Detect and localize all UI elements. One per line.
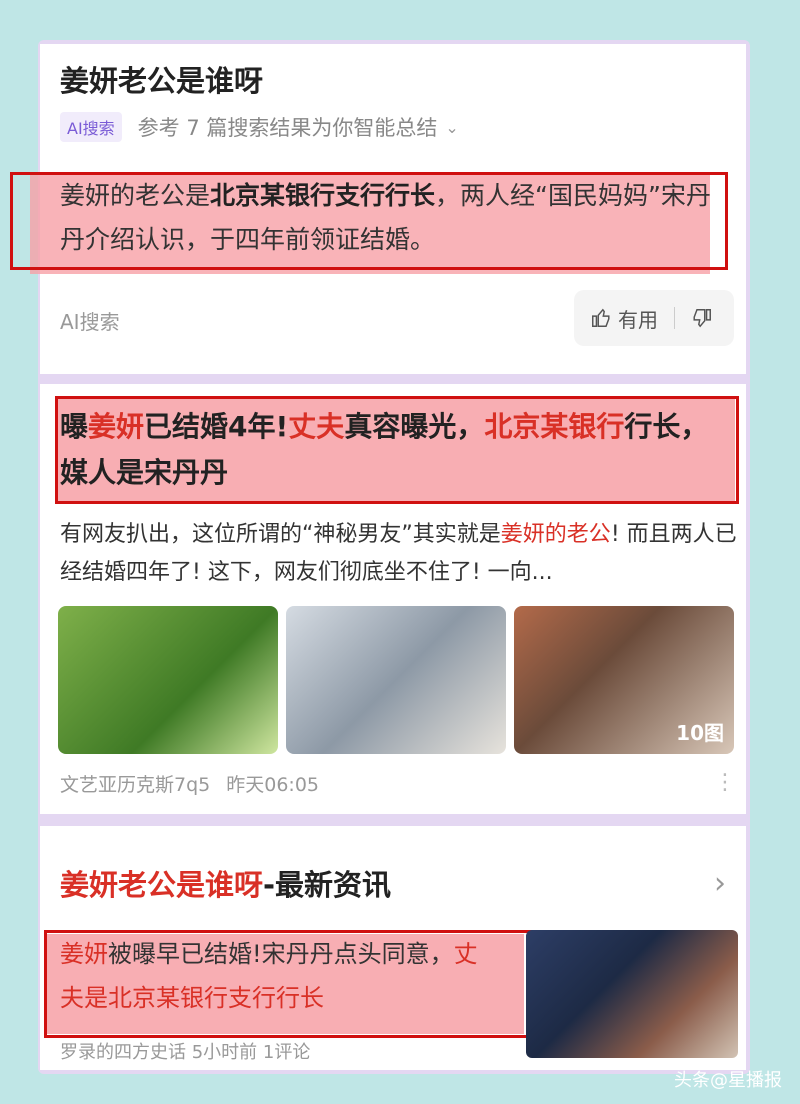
- image-count-badge: 10图: [676, 721, 724, 745]
- latest-news-card[interactable]: 姜妍老公是谁呀-最新资讯 › 姜妍被曝早已结婚!宋丹丹点头同意，丈夫是北京某银行…: [40, 826, 746, 1070]
- feedback-bar: 有用: [574, 290, 734, 346]
- ai-reference-row[interactable]: AI搜索 参考 7 篇搜索结果为你智能总结 ⌄: [60, 112, 459, 142]
- news-title-rest: -最新资讯: [263, 868, 392, 902]
- article-meta: 文艺亚历克斯7q5 昨天06:05: [60, 770, 335, 797]
- annotation-box-news: [44, 930, 572, 1038]
- news-item-meta: 罗录的四方史话 5小时前 1评论: [60, 1042, 311, 1063]
- snippet-keyword: 姜妍的老公: [500, 522, 611, 547]
- watermark: 头条@星播报: [674, 1070, 782, 1091]
- thumbs-down-icon[interactable]: [691, 307, 713, 329]
- snippet-text: 有网友扒出，这位所谓的“神秘男友”其实就是: [60, 522, 501, 547]
- reference-text: 参考 7 篇搜索结果为你智能总结: [137, 116, 438, 140]
- thumbnail-image[interactable]: 10图: [514, 606, 734, 754]
- feedback-divider: [674, 307, 675, 329]
- article-thumbnails: 10图: [58, 606, 734, 754]
- article-source[interactable]: 文艺亚历克斯7q5: [60, 774, 210, 796]
- news-title-keyword: 姜妍老公是谁呀: [60, 868, 264, 902]
- news-thumbnail[interactable]: [526, 930, 738, 1058]
- more-options-icon[interactable]: ⋮: [714, 770, 736, 795]
- annotation-box-headline: [55, 396, 739, 504]
- chevron-right-icon[interactable]: ›: [714, 866, 726, 901]
- thumbnail-image[interactable]: [58, 606, 278, 754]
- article-card[interactable]: 曝姜妍已结婚4年!丈夫真容曝光，北京某银行行长，媒人是宋丹丹 有网友扒出，这位所…: [40, 384, 746, 814]
- useful-button[interactable]: 有用: [618, 304, 658, 333]
- chevron-down-icon[interactable]: ⌄: [445, 118, 458, 137]
- thumbs-up-icon[interactable]: [590, 307, 612, 329]
- thumbnail-image[interactable]: [286, 606, 506, 754]
- search-query-title: 姜妍老公是谁呀: [60, 64, 264, 98]
- article-time: 昨天06:05: [226, 774, 320, 796]
- ai-summary-card: 姜妍老公是谁呀 AI搜索 参考 7 篇搜索结果为你智能总结 ⌄ 姜妍的老公是北京…: [10, 44, 746, 374]
- annotation-box-summary: [10, 172, 728, 270]
- screenshot-frame: 姜妍老公是谁呀 AI搜索 参考 7 篇搜索结果为你智能总结 ⌄ 姜妍的老公是北京…: [0, 0, 800, 1104]
- article-snippet: 有网友扒出，这位所谓的“神秘男友”其实就是姜妍的老公! 而且两人已经结婚四年了!…: [60, 516, 740, 592]
- news-section-title[interactable]: 姜妍老公是谁呀-最新资讯: [60, 862, 391, 904]
- ai-search-badge: AI搜索: [60, 112, 122, 142]
- ai-footer-label: AI搜索: [60, 310, 120, 334]
